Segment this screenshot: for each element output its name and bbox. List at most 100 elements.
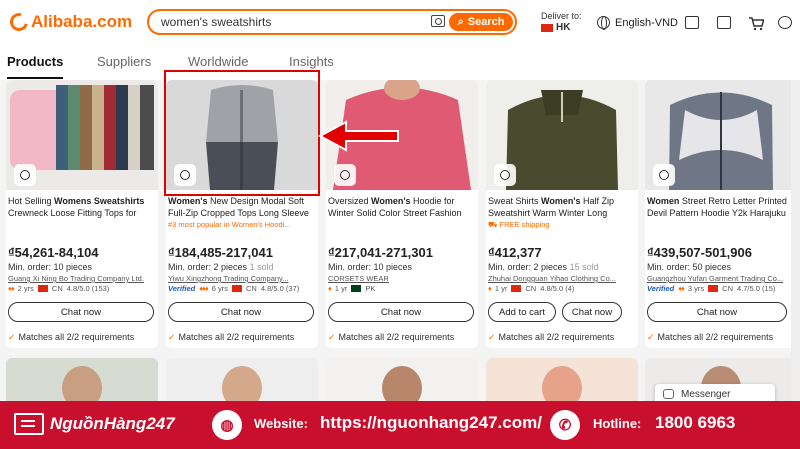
search-input[interactable]: women's sweatshirts [161,15,271,29]
website-label: Website: [254,416,308,431]
deliver-to[interactable]: Deliver to: HK [541,11,582,33]
product-price: ₫217,041-271,301 [328,245,433,260]
chat-icon [663,389,674,399]
chat-now-button[interactable]: Chat now [168,302,314,322]
supplier-years: 1 yr [334,284,348,293]
page-scrollbar[interactable] [791,80,800,401]
title-keyword: Women's [371,196,411,206]
hotline-number[interactable]: 1800 6963 [655,413,735,433]
card-actions: Add to cart Chat now [488,302,622,322]
cart-icon[interactable] [748,16,765,31]
check-icon: ✓ [8,332,16,342]
language-selector[interactable]: English-VND [597,16,678,30]
supplier-rating: 4.8/5.0 (4) [540,284,575,293]
pk-flag-icon [351,285,362,292]
chat-now-button[interactable]: Chat now [647,302,787,322]
match-text: Matches all 2/2 requirements [178,332,295,342]
diamond-rating-icon: ♦ [488,284,492,293]
category-tabs: Products Suppliers Worldwide Insights [0,48,800,80]
min-order: Min. order: 2 pieces 1 sold [168,262,274,272]
supplier-meta: Verified ♦♦♦ 6 yrs CN 4.8/5.0 (37) [168,284,299,293]
supplier-country: CN [525,284,537,293]
tab-worldwide[interactable]: Worldwide [188,54,248,69]
logo-text: Alibaba.com [31,12,133,31]
sold-count: 15 sold [569,262,599,272]
tab-suppliers[interactable]: Suppliers [97,54,151,69]
search-bar[interactable]: women's sweatshirts ⌕ Search [147,9,517,35]
highlight-box [164,70,320,196]
supplier-country: CN [245,284,257,293]
add-to-cart-button[interactable]: Add to cart [488,302,556,322]
image-search-icon[interactable] [653,164,675,186]
product-price: ₫54,261-84,104 [8,245,99,260]
truck-icon: ⛟ [488,220,500,229]
check-icon: ✓ [647,332,655,342]
supplier-years: 1 yr [494,284,508,293]
product-title[interactable]: Hot Selling Womens Sweatshirts Crewneck … [8,195,156,219]
deliver-country: HK [556,22,571,33]
supplier-name[interactable]: CORSETS WEAR [328,274,478,283]
chat-now-button[interactable]: Chat now [328,302,474,322]
product-price: ₫412,377 [488,245,542,260]
supplier-name[interactable]: Guangzhou Yufan Garment Trading Co... [647,274,797,283]
supplier-name[interactable]: Guang Xi Ning Bo Trading Company Ltd. [8,274,158,283]
product-title[interactable]: Sweat Shirts Women's Half Zip Sweatshirt… [488,195,636,219]
requirements-match: ✓ Matches all 2/2 requirements [168,332,294,343]
free-shipping-text: FREE shipping [499,220,550,229]
supplier-name[interactable]: Zhuhai Dongguan Yihao Clothing Co... [488,274,638,283]
search-button[interactable]: ⌕ Search [449,13,513,31]
alibaba-logo[interactable]: Alibaba.com [6,9,133,35]
search-button-label: Search [467,16,505,28]
supplier-country: CN [722,284,733,293]
product-price: ₫439,507-501,906 [647,245,752,260]
title-text: Hot Selling [8,196,55,206]
card-actions: Chat now [647,302,787,322]
phone-icon: ✆ [550,410,580,440]
top-header: Alibaba.com women's sweatshirts ⌕ Search… [0,0,800,48]
arrow-annotation-icon [318,120,399,152]
camera-icon[interactable] [431,15,445,27]
product-title[interactable]: Women Street Retro Letter Printed Devil … [647,195,795,219]
website-url[interactable]: https://nguonhang247.com/ [320,413,542,433]
hk-flag-icon [541,23,553,32]
tab-products[interactable]: Products [7,54,64,79]
check-icon: ✓ [488,332,496,342]
product-title[interactable]: Women's New Design Modal Soft Full-Zip C… [168,195,316,219]
image-search-icon[interactable] [14,164,36,186]
supplier-rating: 4.8/5.0 (153) [66,284,110,293]
image-search-icon[interactable] [494,164,516,186]
title-keyword: Womens Sweatshirts [54,196,145,206]
messages-icon[interactable] [685,16,699,29]
diamond-rating-icon: ♦♦ [678,284,685,293]
language-label: English-VND [615,16,678,29]
account-icon[interactable] [778,16,792,29]
chat-now-button[interactable]: Chat now [562,302,622,322]
cn-flag-icon [37,285,48,292]
product-card[interactable]: Sweat Shirts Women's Half Zip Sweatshirt… [486,80,638,348]
supplier-name[interactable]: Yiwu Xingzhong Trading Company... [168,274,318,283]
verified-badge: Verified [168,284,196,293]
card-actions: Chat now [8,302,154,322]
product-card[interactable]: Women Street Retro Letter Printed Devil … [645,80,797,348]
messenger-label: Messenger [681,388,731,400]
min-order-text: Min. order: 2 pieces [168,262,248,272]
product-card[interactable]: Hot Selling Womens Sweatshirts Crewneck … [6,80,158,348]
verified-badge: Verified [647,284,675,293]
title-keyword: Women's [168,196,208,206]
supplier-years: 6 yrs [211,284,228,293]
globe-icon [597,16,610,30]
min-order-text: Min. order: 50 pieces [647,262,732,272]
product-price: ₫184,485-217,041 [168,245,273,260]
card-actions: Chat now [168,302,314,322]
chat-now-button[interactable]: Chat now [8,302,154,322]
title-text: Oversized [328,196,372,206]
orders-icon[interactable] [717,16,731,29]
product-title[interactable]: Oversized Women's Hoodie for Winter Soli… [328,195,476,219]
diamond-rating-icon: ♦ [328,284,332,293]
title-keyword: Women [647,196,680,206]
tab-insights[interactable]: Insights [289,54,334,69]
requirements-match: ✓ Matches all 2/2 requirements [488,332,614,343]
footer-brand-name: NguồnHàng247 [50,414,175,433]
popularity-badge[interactable]: #3 most popular in Women's Hoodi... [168,220,318,229]
image-search-icon[interactable] [334,164,356,186]
